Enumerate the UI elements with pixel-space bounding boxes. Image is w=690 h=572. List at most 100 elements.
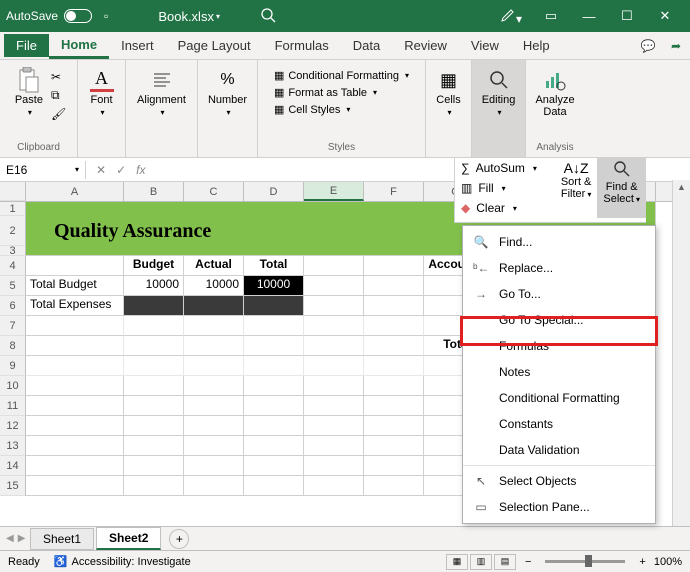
clear-button[interactable]: ◆Clear ▾ xyxy=(455,198,555,218)
menu-selection-pane[interactable]: ▭Selection Pane... xyxy=(463,494,655,520)
cell-label[interactable]: Total Expenses xyxy=(26,296,124,316)
cell[interactable] xyxy=(364,436,424,456)
number-button[interactable]: % Number▾ xyxy=(204,64,251,121)
row-header[interactable]: 12 xyxy=(0,416,26,436)
cell[interactable] xyxy=(124,416,184,436)
fill-button[interactable]: ▥Fill ▾ xyxy=(455,178,555,198)
row-header[interactable]: 3 xyxy=(0,246,26,256)
cell[interactable] xyxy=(304,396,364,416)
view-normal-button[interactable]: ▦ xyxy=(446,554,468,570)
tab-page-layout[interactable]: Page Layout xyxy=(166,34,263,57)
cell[interactable] xyxy=(184,336,244,356)
menu-formulas[interactable]: Formulas xyxy=(463,333,655,359)
alignment-button[interactable]: Alignment▾ xyxy=(133,64,190,121)
filename-dropdown-icon[interactable]: ▾ xyxy=(216,12,220,21)
cell[interactable] xyxy=(244,416,304,436)
cell[interactable] xyxy=(244,396,304,416)
col-header[interactable]: E xyxy=(304,182,364,201)
tab-home[interactable]: Home xyxy=(49,33,109,59)
sheet-tab-2[interactable]: Sheet2 xyxy=(96,527,161,550)
maximize-button[interactable]: ☐ xyxy=(608,1,646,31)
menu-goto[interactable]: →Go To... xyxy=(463,281,655,307)
cell[interactable] xyxy=(304,256,364,276)
cell[interactable]: 10000 xyxy=(124,276,184,296)
cell[interactable] xyxy=(364,202,424,216)
row-header[interactable]: 4 xyxy=(0,256,26,276)
minimize-button[interactable]: — xyxy=(570,1,608,31)
menu-find[interactable]: 🔍Find... xyxy=(463,229,655,255)
cell[interactable] xyxy=(364,336,424,356)
banner-title[interactable]: Quality Assurance xyxy=(26,216,424,246)
scroll-up-icon[interactable]: ▲ xyxy=(673,180,690,194)
cell[interactable] xyxy=(244,336,304,356)
ribbon-options-icon[interactable]: ▭ xyxy=(532,1,570,31)
cell[interactable] xyxy=(26,256,124,276)
tab-formulas[interactable]: Formulas xyxy=(263,34,341,57)
analyze-data-button[interactable]: Analyze Data xyxy=(531,64,578,122)
zoom-slider[interactable] xyxy=(545,560,625,563)
cell[interactable] xyxy=(184,456,244,476)
cell[interactable] xyxy=(304,416,364,436)
next-sheet-icon[interactable]: ▶ xyxy=(18,533,26,544)
autosave-toggle[interactable]: AutoSave xyxy=(6,9,92,23)
cell[interactable] xyxy=(26,436,124,456)
cell-header[interactable]: Actual xyxy=(184,256,244,276)
row-header[interactable]: 7 xyxy=(0,316,26,336)
sort-filter-button[interactable]: A↓Z Sort & Filter▾ xyxy=(555,158,598,218)
cell[interactable] xyxy=(26,202,124,216)
cell[interactable] xyxy=(304,202,364,216)
menu-constants[interactable]: Constants xyxy=(463,411,655,437)
row-header[interactable]: 5 xyxy=(0,276,26,296)
cell[interactable] xyxy=(244,316,304,336)
find-select-button[interactable]: Find & Select▾ xyxy=(597,158,646,218)
cell[interactable] xyxy=(184,316,244,336)
fx-icon[interactable]: fx xyxy=(136,163,145,177)
menu-replace[interactable]: ᵇ←Replace... xyxy=(463,255,655,281)
cell[interactable] xyxy=(304,456,364,476)
accessibility-icon[interactable]: ♿ xyxy=(54,555,68,568)
cut-icon[interactable]: ✂ xyxy=(51,70,66,84)
cell[interactable] xyxy=(184,202,244,216)
prev-sheet-icon[interactable]: ◀ xyxy=(6,533,14,544)
row-header[interactable]: 9 xyxy=(0,356,26,376)
cell[interactable] xyxy=(364,296,424,316)
cell[interactable] xyxy=(364,476,424,496)
cell[interactable] xyxy=(244,376,304,396)
zoom-in-button[interactable]: + xyxy=(639,556,645,568)
cell[interactable] xyxy=(26,356,124,376)
tab-data[interactable]: Data xyxy=(341,34,392,57)
row-header[interactable]: 8 xyxy=(0,336,26,356)
cell[interactable] xyxy=(244,202,304,216)
cell[interactable] xyxy=(124,376,184,396)
cell[interactable] xyxy=(304,376,364,396)
cell-header[interactable]: Budget xyxy=(124,256,184,276)
row-header[interactable]: 13 xyxy=(0,436,26,456)
font-button[interactable]: A Font▾ xyxy=(86,64,118,121)
cell[interactable] xyxy=(184,436,244,456)
cell[interactable] xyxy=(26,336,124,356)
row-header[interactable]: 11 xyxy=(0,396,26,416)
namebox-dropdown-icon[interactable]: ▾ xyxy=(75,165,79,174)
cell[interactable] xyxy=(364,416,424,436)
cell[interactable] xyxy=(364,276,424,296)
row-header[interactable]: 2 xyxy=(0,216,26,246)
cell[interactable] xyxy=(124,436,184,456)
cell[interactable] xyxy=(304,476,364,496)
cell[interactable]: 10000 xyxy=(244,276,304,296)
cell[interactable] xyxy=(184,296,244,316)
view-page-layout-button[interactable]: ▥ xyxy=(470,554,492,570)
col-header[interactable]: B xyxy=(124,182,184,201)
paste-button[interactable]: Paste▾ xyxy=(11,64,47,121)
cell[interactable] xyxy=(364,356,424,376)
cells-button[interactable]: ▦ Cells▾ xyxy=(432,64,464,121)
tab-insert[interactable]: Insert xyxy=(109,34,166,57)
cell[interactable] xyxy=(364,376,424,396)
cell[interactable] xyxy=(184,476,244,496)
cell[interactable] xyxy=(124,396,184,416)
cell[interactable] xyxy=(26,376,124,396)
cell[interactable] xyxy=(244,456,304,476)
row-header[interactable]: 14 xyxy=(0,456,26,476)
cell[interactable] xyxy=(304,356,364,376)
cell[interactable] xyxy=(184,376,244,396)
col-header[interactable]: C xyxy=(184,182,244,201)
